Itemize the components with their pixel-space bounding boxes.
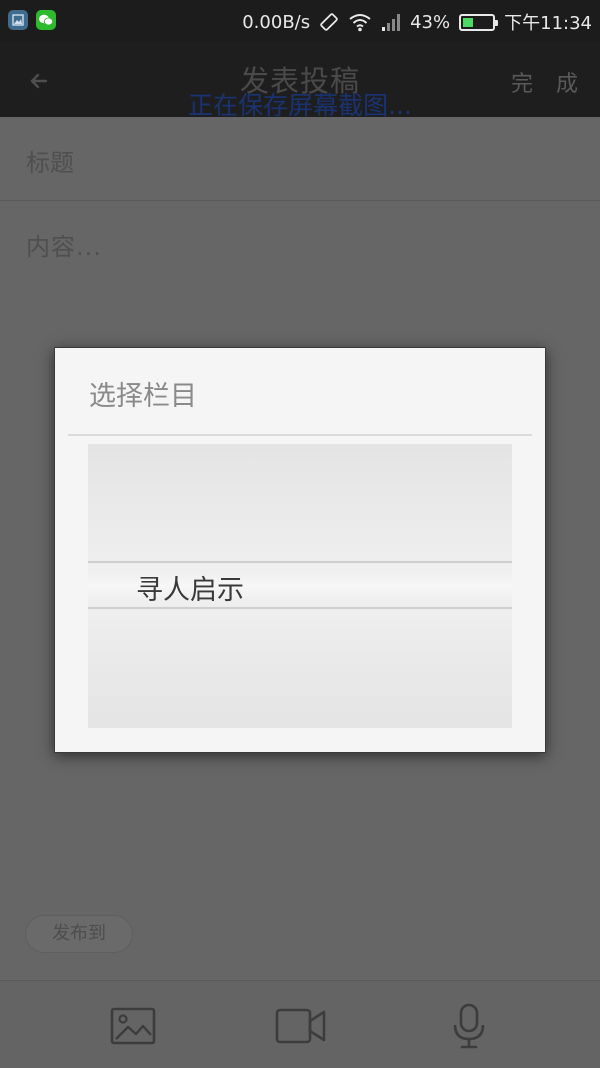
title-input[interactable]: 标题 bbox=[26, 143, 74, 178]
notification-icons bbox=[8, 10, 56, 30]
bottom-toolbar bbox=[0, 980, 600, 1068]
insert-image-button[interactable] bbox=[108, 1001, 158, 1051]
category-dialog: 选择栏目 寻人启示 bbox=[54, 347, 546, 753]
app-header: 发表投稿 完 成 正在保存屏幕截图... bbox=[0, 42, 600, 120]
image-icon bbox=[110, 1007, 156, 1045]
gallery-notification-icon bbox=[8, 10, 28, 30]
picker-selected-item[interactable]: 寻人启示 bbox=[136, 568, 244, 607]
video-icon bbox=[275, 1008, 326, 1044]
content-input[interactable]: 内容... bbox=[26, 227, 102, 262]
insert-video-button[interactable] bbox=[274, 1001, 328, 1051]
picker-top-line bbox=[88, 561, 512, 563]
signal-icon bbox=[382, 14, 401, 31]
battery-percent: 43% bbox=[410, 11, 451, 33]
rotation-lock-icon bbox=[320, 13, 338, 31]
mic-icon bbox=[453, 1003, 485, 1049]
publish-to-button[interactable]: 发布到 bbox=[25, 915, 133, 953]
wechat-notification-icon bbox=[36, 10, 56, 30]
record-audio-button[interactable] bbox=[444, 1001, 494, 1051]
form-divider bbox=[0, 200, 600, 201]
category-picker[interactable]: 寻人启示 bbox=[88, 444, 512, 728]
battery-icon bbox=[459, 13, 499, 31]
dialog-title: 选择栏目 bbox=[89, 381, 197, 412]
screenshot-toast: 正在保存屏幕截图... bbox=[188, 91, 412, 120]
wifi-icon bbox=[349, 14, 371, 32]
dialog-divider bbox=[68, 434, 532, 436]
network-speed: 0.00B/s bbox=[242, 11, 311, 33]
clock: 下午11:34 bbox=[504, 13, 592, 34]
status-indicators: 0.00B/s 43% 下午11:34 bbox=[242, 9, 592, 35]
battery-level bbox=[463, 17, 473, 27]
picker-bottom-line bbox=[88, 607, 512, 609]
status-bar: 0.00B/s 43% 下午11:34 bbox=[0, 0, 600, 42]
